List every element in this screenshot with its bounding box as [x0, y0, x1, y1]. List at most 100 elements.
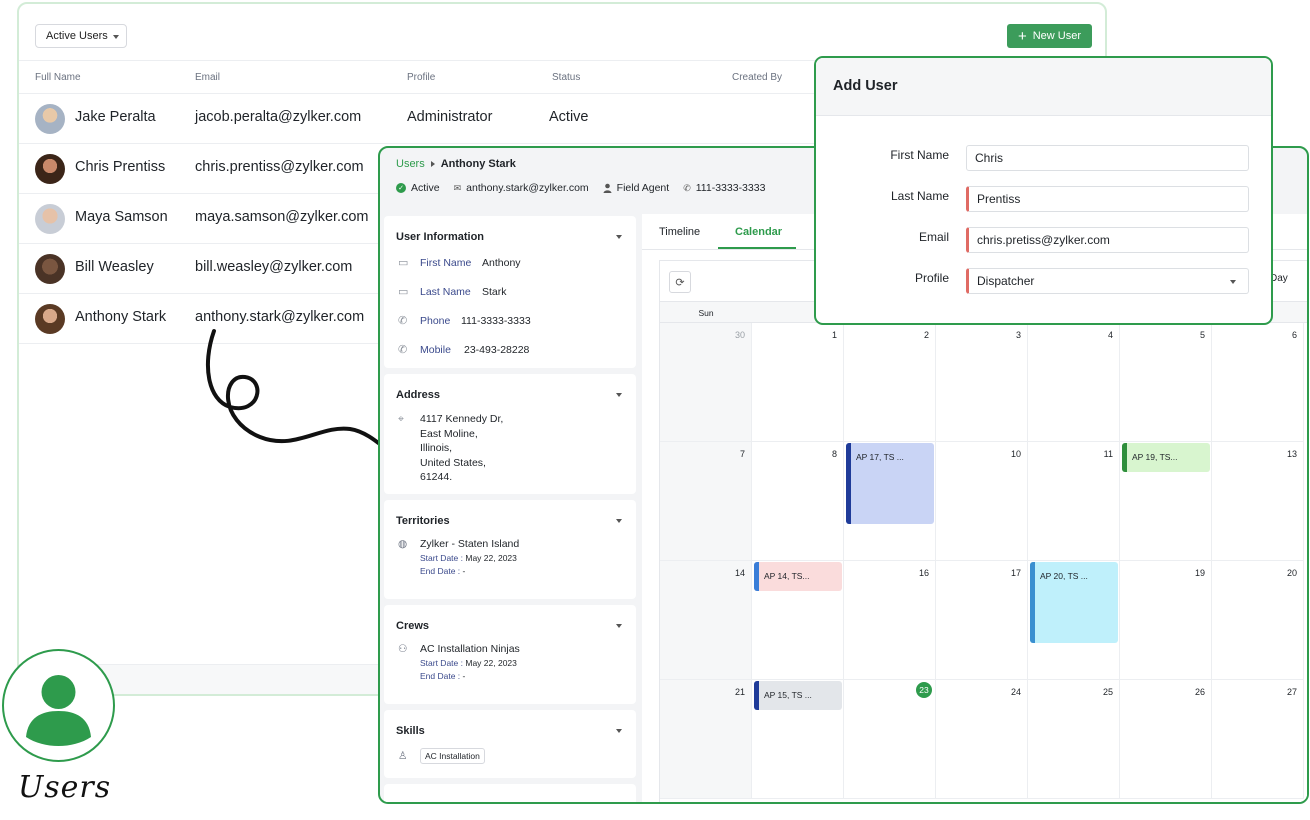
calendar-day-cell[interactable]: 7 [660, 442, 752, 561]
start-date-value: May 22, 2023 [465, 658, 517, 668]
new-user-button[interactable]: + New User [1007, 24, 1092, 48]
skills-card: Skills ♙ AC Installation [384, 710, 636, 778]
chevron-down-icon[interactable] [616, 235, 622, 239]
event-label: AP 17, TS ... [856, 452, 904, 462]
breadcrumb: Users Anthony Stark [396, 158, 516, 170]
calendar-day-cell[interactable]: 16 [844, 561, 936, 680]
chevron-down-icon[interactable] [616, 393, 622, 397]
chevron-down-icon[interactable] [616, 729, 622, 733]
calendar-day-cell[interactable]: 27 [1212, 680, 1304, 799]
avatar [35, 104, 65, 134]
calendar-day-cell[interactable]: 3 [936, 323, 1028, 442]
column-header-full-name[interactable]: Full Name [35, 72, 81, 83]
calendar-event[interactable]: AP 17, TS ... [846, 443, 934, 524]
end-date-value: - [462, 671, 466, 681]
calendar-day-cell[interactable]: 6 [1212, 323, 1304, 442]
profile-select[interactable]: Dispatcher [966, 268, 1249, 294]
chevron-down-icon[interactable] [616, 624, 622, 628]
user-icon [26, 675, 91, 746]
calendar-day-cell[interactable]: 2 [844, 323, 936, 442]
users-badge [2, 649, 115, 762]
day-number: 10 [1010, 449, 1021, 459]
card-title: Crews [396, 620, 430, 632]
column-header-status[interactable]: Status [552, 72, 580, 83]
user-email: anthony.stark@zylker.com [195, 309, 365, 325]
breadcrumb-users-link[interactable]: Users [396, 158, 425, 170]
id-card-icon: ▭ [398, 257, 409, 269]
calendar-day-cell[interactable]: 30 [660, 323, 752, 442]
address-card: Address ⌖ 4117 Kennedy Dr, East Moline, … [384, 374, 636, 494]
add-user-dialog: Add User First Name Chris Last Name Pren… [814, 56, 1273, 325]
day-number: 27 [1286, 687, 1297, 697]
crew-entry: ⚇ AC Installation Ninjas Start Date : Ma… [398, 643, 520, 681]
calendar-day-cell[interactable]: 10 [936, 442, 1028, 561]
calendar-day-cell[interactable]: 1 [752, 323, 844, 442]
first-name-label: First Name [890, 148, 949, 162]
address-block: ⌖ 4117 Kennedy Dr, East Moline, Illinois… [398, 412, 503, 485]
active-users-filter-dropdown[interactable]: Active Users [35, 24, 127, 48]
day-number: 4 [1107, 330, 1113, 340]
calendar-day-cell[interactable]: 20 [1212, 561, 1304, 680]
calendar-day-cell[interactable]: 14 [660, 561, 752, 680]
card-title: Address [396, 389, 441, 401]
column-header-profile[interactable]: Profile [407, 72, 435, 83]
check-circle-icon: ✓ [396, 183, 406, 193]
calendar-event[interactable]: AP 20, TS ... [1030, 562, 1118, 643]
person-icon: ♙ [398, 750, 408, 762]
end-date-value: - [462, 566, 466, 576]
calendar-event[interactable]: AP 15, TS ... [754, 681, 842, 710]
day-number: 13 [1286, 449, 1297, 459]
start-date-label: Start Date : [420, 658, 463, 668]
calendar-event[interactable]: AP 14, TS... [754, 562, 842, 591]
tab-timeline[interactable]: Timeline [659, 226, 700, 238]
calendar-day-cell[interactable]: 4 [1028, 323, 1120, 442]
user-meta-row: ✓ Active ✉ anthony.stark@zylker.com Fiel… [396, 182, 765, 194]
user-information-card: User Information ▭ First Name Anthony ▭ … [384, 216, 636, 368]
profile-select-value: Dispatcher [977, 274, 1035, 288]
column-header-email[interactable]: Email [195, 72, 220, 83]
day-number: 30 [734, 330, 745, 340]
day-number: 6 [1291, 330, 1297, 340]
calendar-day-cell[interactable]: 5 [1120, 323, 1212, 442]
tab-calendar[interactable]: Calendar [735, 226, 782, 238]
calendar-day-cell[interactable]: 23 [844, 680, 936, 799]
calendar-day-cell[interactable]: 24 [936, 680, 1028, 799]
crews-card: Crews ⚇ AC Installation Ninjas Start Dat… [384, 605, 636, 704]
user-full-name: Maya Samson [75, 209, 168, 225]
calendar-event[interactable]: AP 19, TS... [1122, 443, 1210, 472]
first-name-field[interactable]: Chris [966, 145, 1249, 171]
column-header-created-by[interactable]: Created By [732, 72, 782, 83]
calendar-day-cell[interactable]: 8 [752, 442, 844, 561]
today-marker: 23 [916, 682, 932, 698]
calendar-day-cell[interactable]: 26 [1120, 680, 1212, 799]
meta-phone: ✆ 111-3333-3333 [683, 182, 765, 194]
calendar-day-cell[interactable]: 13 [1212, 442, 1304, 561]
status-badge: ✓ Active [396, 182, 440, 194]
calendar-day-cell[interactable]: 21 [660, 680, 752, 799]
event-label: AP 14, TS... [764, 571, 810, 581]
day-number: 25 [1102, 687, 1113, 697]
last-name-field[interactable]: Prentiss [966, 186, 1249, 212]
card-title: Territories [396, 515, 450, 527]
crew-end-date: End Date : - [420, 671, 520, 681]
day-number: 20 [1286, 568, 1297, 578]
calendar-day-cell[interactable]: 17 [936, 561, 1028, 680]
event-color-bar [754, 562, 759, 591]
chevron-down-icon[interactable] [616, 519, 622, 523]
person-icon [603, 183, 612, 193]
user-email: chris.prentiss@zylker.com [195, 159, 364, 175]
calendar-day-cell[interactable]: 25 [1028, 680, 1120, 799]
calendar-day-cell[interactable]: 19 [1120, 561, 1212, 680]
breadcrumb-current: Anthony Stark [440, 158, 516, 170]
dialog-title: Add User [833, 78, 898, 94]
crew-start-date: Start Date : May 22, 2023 [420, 658, 520, 668]
email-field[interactable]: chris.pretiss@zylker.com [966, 227, 1249, 253]
day-number: 19 [1194, 568, 1205, 578]
filter-label: Active Users [46, 30, 108, 42]
calendar-day-cell[interactable]: 11 [1028, 442, 1120, 561]
avatar [35, 204, 65, 234]
refresh-button[interactable]: ⟳ [669, 271, 691, 293]
phone-icon: ✆ [398, 344, 408, 356]
field-value: 23-493-28228 [464, 343, 530, 356]
users-caption: Users [18, 770, 112, 805]
